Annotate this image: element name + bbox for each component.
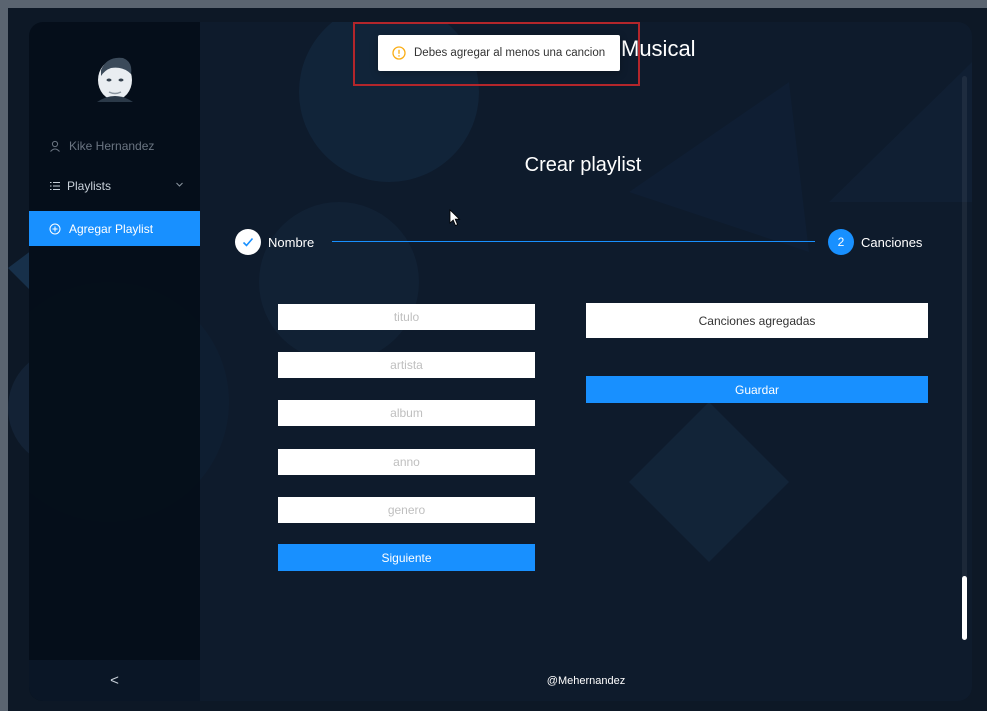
songs-added-panel: Canciones agregadas [586, 303, 928, 338]
step-connector [332, 241, 815, 242]
app-window: Kike Hernandez Playlists Agregar Playlis… [29, 22, 972, 701]
sidebar-item-add-playlist[interactable]: Agregar Playlist [29, 211, 200, 246]
sidebar-add-playlist-label: Agregar Playlist [69, 221, 154, 236]
sidebar-playlists-label: Playlists [67, 179, 112, 193]
save-button[interactable]: Guardar [586, 376, 928, 403]
check-icon [235, 229, 261, 255]
list-icon [50, 182, 60, 190]
step-number: 2 [828, 229, 854, 255]
toast-message: Debes agregar al menos una cancion [414, 47, 606, 59]
title-input[interactable] [278, 304, 535, 330]
sidebar-collapse-button[interactable]: < [29, 660, 200, 701]
sidebar-item-user[interactable]: Kike Hernandez [29, 126, 200, 166]
scrollbar-thumb[interactable] [962, 576, 967, 640]
page-title: Crear playlist [524, 154, 642, 176]
songs-added-header: Canciones agregadas [698, 313, 816, 328]
next-button[interactable]: Siguiente [278, 544, 535, 571]
step-canciones-label: Canciones [861, 234, 923, 250]
chevron-down-icon [176, 182, 183, 187]
sidebar-user-label: Kike Hernandez [69, 139, 155, 153]
warning-toast: Debes agregar al menos una cancion [378, 35, 620, 71]
sidebar-item-playlists[interactable]: Playlists [29, 168, 200, 204]
mouse-cursor-icon [449, 209, 461, 227]
avatar[interactable] [93, 52, 137, 102]
album-input[interactable] [278, 400, 535, 426]
step-canciones[interactable]: 2 Canciones [828, 229, 922, 255]
footer: @Mehernandez [200, 660, 972, 701]
scrollbar-track[interactable] [962, 76, 967, 640]
warning-circle-icon [392, 46, 406, 60]
artist-input[interactable] [278, 352, 535, 378]
genre-input[interactable] [278, 497, 535, 523]
year-input[interactable] [278, 449, 535, 475]
sidebar: Kike Hernandez Playlists Agregar Playlis… [29, 22, 200, 701]
footer-credit: @Mehernandez [546, 674, 626, 687]
step-nombre[interactable]: Nombre [235, 229, 314, 255]
chevron-left-icon: < [110, 672, 119, 689]
user-icon [50, 140, 60, 152]
plus-circle-icon [49, 223, 61, 234]
step-nombre-label: Nombre [268, 234, 315, 250]
